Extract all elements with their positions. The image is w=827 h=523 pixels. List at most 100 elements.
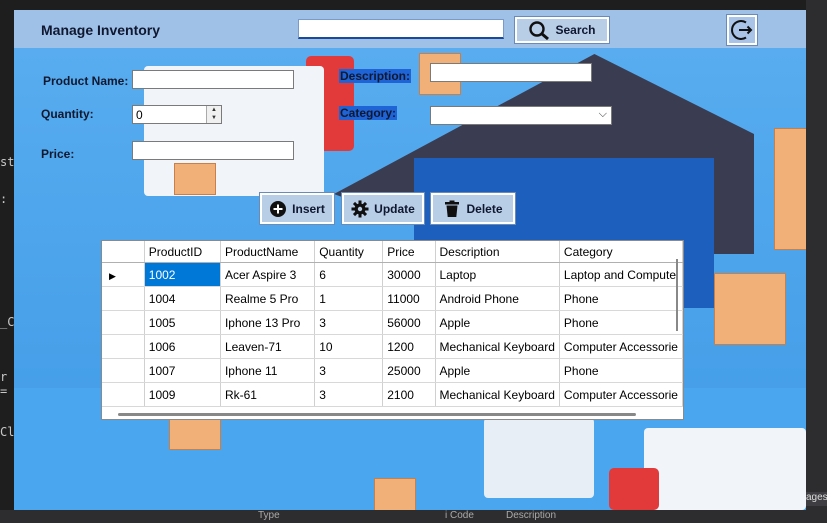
table-cell[interactable]: Apple — [435, 310, 560, 335]
logout-button[interactable] — [727, 15, 757, 45]
category-label: Category: — [339, 106, 398, 120]
table-cell[interactable]: Acer Aspire 3 — [220, 262, 316, 287]
table-row[interactable]: 1009 Rk-61 3 2100 Mechanical Keyboard Co… — [102, 382, 683, 407]
column-header[interactable]: Description — [435, 241, 560, 263]
current-row-arrow-icon: ▶ — [109, 270, 116, 281]
table-cell[interactable]: 30000 — [382, 262, 436, 287]
column-header[interactable]: Price — [382, 241, 436, 263]
table-row[interactable]: 1006 Leaven-71 10 1200 Mechanical Keyboa… — [102, 334, 683, 359]
column-header[interactable]: ProductName — [220, 241, 316, 263]
table-cell[interactable]: 1009 — [144, 382, 221, 407]
logout-icon — [731, 20, 753, 40]
table-cell[interactable]: Phone — [559, 358, 683, 383]
table-row[interactable]: 1005 Iphone 13 Pro 3 56000 Apple Phone — [102, 310, 683, 335]
table-cell[interactable]: 1004 — [144, 286, 221, 311]
table-cell[interactable]: Realme 5 Pro — [220, 286, 316, 311]
vertical-scrollbar[interactable] — [676, 259, 678, 331]
table-cell[interactable]: 10 — [314, 334, 384, 359]
description-input[interactable] — [430, 63, 592, 82]
table-cell[interactable]: 11000 — [382, 286, 436, 311]
inventory-window: Manage Inventory Search Product Name: De… — [14, 10, 806, 510]
product-name-input[interactable] — [132, 70, 294, 89]
table-cell[interactable]: 56000 — [382, 310, 436, 335]
table-cell[interactable]: 1005 — [144, 310, 221, 335]
row-header[interactable] — [102, 382, 145, 407]
ide-code-fragment: r = — [0, 370, 8, 398]
column-header[interactable]: Category — [559, 241, 683, 263]
quantity-value: 0 — [136, 108, 143, 122]
chevron-down-icon: ⌵ — [598, 108, 607, 120]
box-decoration — [714, 273, 786, 345]
table-cell[interactable]: 3 — [314, 310, 384, 335]
row-header[interactable] — [102, 358, 145, 383]
table-cell[interactable]: Leaven-71 — [220, 334, 316, 359]
quantity-label: Quantity: — [41, 107, 94, 121]
table-cell[interactable]: 1200 — [382, 334, 436, 359]
ide-code-fragment: _C — [0, 315, 15, 329]
table-cell[interactable]: Laptop — [435, 262, 560, 287]
truck-cab-decoration — [609, 468, 659, 510]
ide-column-header: Description — [506, 510, 557, 521]
table-cell[interactable]: Phone — [559, 286, 683, 311]
search-button-label: Search — [555, 23, 596, 37]
table-cell[interactable]: 25000 — [382, 358, 436, 383]
table-cell[interactable]: Computer Accessorie — [559, 334, 683, 359]
table-header-row: ProductID ProductName Quantity Price Des… — [102, 241, 683, 263]
price-label: Price: — [41, 147, 75, 161]
search-input[interactable] — [298, 19, 504, 39]
table-cell[interactable]: Apple — [435, 358, 560, 383]
ide-code-fragment: : — [0, 192, 8, 206]
delete-button-label: Delete — [466, 201, 503, 216]
ide-column-header: Type — [258, 510, 280, 521]
ide-right-panel: ages — [806, 0, 827, 523]
table-cell[interactable]: Rk-61 — [220, 382, 316, 407]
table-cell[interactable]: Mechanical Keyboard — [435, 382, 560, 407]
truck-decoration — [484, 418, 594, 498]
table-cell[interactable]: Laptop and Compute — [559, 262, 683, 287]
table-cell[interactable]: Phone — [559, 310, 683, 335]
quantity-stepper[interactable]: 0 ▲ ▼ — [132, 105, 222, 124]
table-cell[interactable]: Android Phone — [435, 286, 560, 311]
delete-button[interactable]: Delete — [431, 193, 515, 224]
horizontal-scrollbar[interactable] — [118, 413, 636, 416]
table-cell[interactable]: Mechanical Keyboard — [435, 334, 560, 359]
stepper-arrows-icon[interactable]: ▲ ▼ — [206, 106, 221, 123]
table-cell[interactable]: 1006 — [144, 334, 221, 359]
trash-icon — [443, 200, 461, 218]
column-header[interactable]: Quantity — [314, 241, 384, 263]
search-button[interactable]: Search — [515, 17, 609, 43]
row-header-corner — [102, 241, 145, 263]
price-input[interactable] — [132, 141, 294, 160]
box-decoration — [374, 478, 416, 510]
table-cell[interactable]: 1007 — [144, 358, 221, 383]
table-cell[interactable]: 3 — [314, 358, 384, 383]
table-cell[interactable]: 2100 — [382, 382, 436, 407]
plus-circle-icon — [269, 200, 287, 218]
row-header[interactable] — [102, 286, 145, 311]
ide-panel-tab[interactable]: ages — [806, 492, 827, 506]
row-header[interactable] — [102, 310, 145, 335]
description-label: Description: — [339, 69, 412, 83]
category-select[interactable]: ⌵ — [430, 106, 612, 125]
table-row[interactable]: ▶ 1002 Acer Aspire 3 6 30000 Laptop Lapt… — [102, 262, 683, 287]
table-cell[interactable]: 1 — [314, 286, 384, 311]
table-cell[interactable]: 3 — [314, 382, 384, 407]
column-header[interactable]: ProductID — [144, 241, 221, 263]
table-cell[interactable]: Iphone 13 Pro — [220, 310, 316, 335]
row-header[interactable]: ▶ — [102, 262, 145, 287]
products-grid[interactable]: ProductID ProductName Quantity Price Des… — [101, 240, 684, 420]
ide-bottom-panel: Type i Code Description — [0, 510, 827, 523]
table-row[interactable]: 1004 Realme 5 Pro 1 11000 Android Phone … — [102, 286, 683, 311]
row-header[interactable] — [102, 334, 145, 359]
box-decoration — [774, 128, 806, 250]
ide-code-strip: ste : _C r = Cl — [0, 0, 22, 523]
table-cell[interactable]: Computer Accessorie — [559, 382, 683, 407]
table-cell[interactable]: Iphone 11 — [220, 358, 316, 383]
table-cell[interactable]: 6 — [314, 262, 384, 287]
page-title: Manage Inventory — [41, 22, 161, 38]
table-row[interactable]: 1007 Iphone 11 3 25000 Apple Phone — [102, 358, 683, 383]
table-cell[interactable]: 1002 — [144, 262, 221, 287]
update-button[interactable]: Update — [342, 193, 424, 224]
truck-trailer-decoration — [644, 428, 806, 510]
insert-button[interactable]: Insert — [260, 193, 334, 224]
